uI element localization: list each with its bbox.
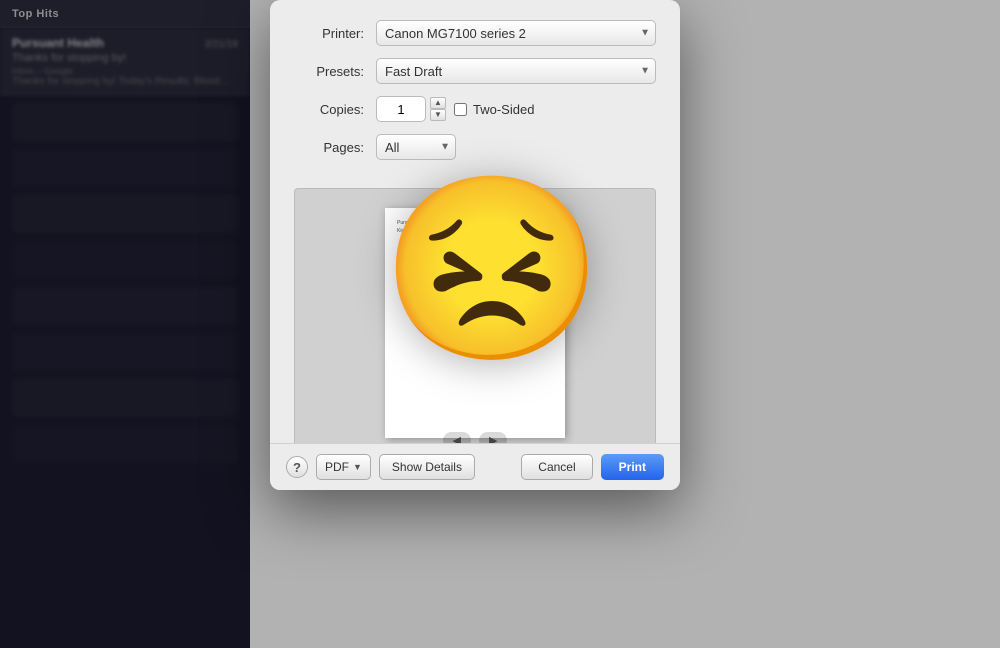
printer-select-wrapper[interactable]: Canon MG7100 series 2 ▼ bbox=[376, 20, 656, 46]
stressed-emoji: 😣 bbox=[380, 169, 604, 370]
printer-label: Printer: bbox=[294, 26, 364, 41]
dialog-form: Printer: Canon MG7100 series 2 ▼ Presets… bbox=[270, 0, 680, 188]
pdf-dropdown-icon: ▼ bbox=[353, 462, 362, 472]
cancel-button[interactable]: Cancel bbox=[521, 454, 592, 480]
two-sided-label[interactable]: Two-Sided bbox=[454, 102, 534, 117]
printer-select[interactable]: Canon MG7100 series 2 bbox=[376, 20, 656, 46]
copies-input[interactable] bbox=[376, 96, 426, 122]
copies-increment[interactable]: ▲ bbox=[430, 97, 446, 109]
pages-row: Pages: All From Current ▼ bbox=[294, 134, 656, 160]
presets-label: Presets: bbox=[294, 64, 364, 79]
two-sided-checkbox[interactable] bbox=[454, 103, 467, 116]
presets-row: Presets: Fast Draft ▼ bbox=[294, 58, 656, 84]
presets-select[interactable]: Fast Draft bbox=[376, 58, 656, 84]
pages-label: Pages: bbox=[294, 140, 364, 155]
printer-row: Printer: Canon MG7100 series 2 ▼ bbox=[294, 20, 656, 46]
pages-select-wrapper[interactable]: All From Current ▼ bbox=[376, 134, 456, 160]
show-details-button[interactable]: Show Details bbox=[379, 454, 475, 480]
copies-row: Copies: ▲ ▼ Two-Sided bbox=[294, 96, 656, 122]
print-button[interactable]: Print bbox=[601, 454, 664, 480]
presets-select-wrapper[interactable]: Fast Draft ▼ bbox=[376, 58, 656, 84]
emoji-overlay: 😣 bbox=[380, 180, 604, 360]
pdf-label: PDF bbox=[325, 460, 349, 474]
dialog-footer: ? PDF ▼ Show Details Cancel Print bbox=[270, 443, 680, 490]
copies-stepper[interactable]: ▲ ▼ bbox=[430, 97, 446, 121]
pdf-button[interactable]: PDF ▼ bbox=[316, 454, 371, 480]
copies-decrement[interactable]: ▼ bbox=[430, 109, 446, 121]
copies-label: Copies: bbox=[294, 102, 364, 117]
pages-select[interactable]: All From Current bbox=[376, 134, 456, 160]
help-button[interactable]: ? bbox=[286, 456, 308, 478]
